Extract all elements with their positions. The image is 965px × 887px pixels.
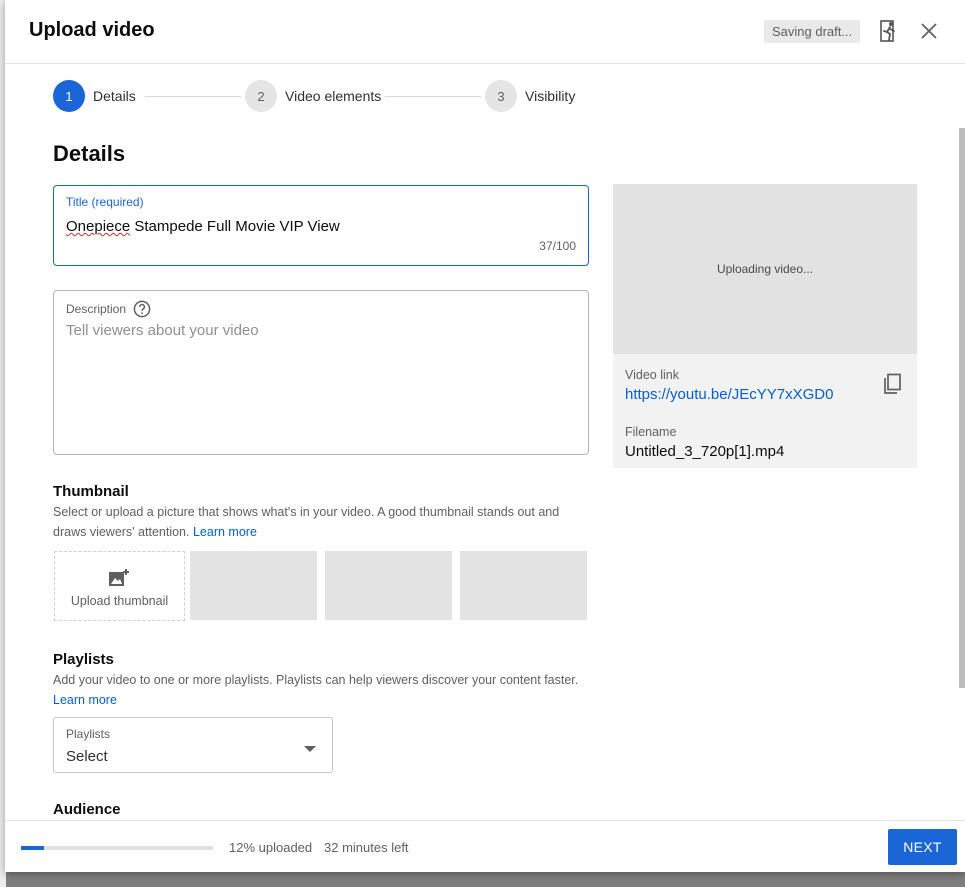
next-button[interactable]: NEXT xyxy=(888,829,957,865)
step-connector xyxy=(385,96,481,97)
auto-thumbnail-slot[interactable] xyxy=(460,551,587,620)
title-field-label: Title (required) xyxy=(66,195,144,209)
step-details[interactable]: 1 Details xyxy=(53,80,136,112)
step-label: Visibility xyxy=(525,88,576,104)
playlists-heading: Playlists xyxy=(53,651,114,668)
copy-icon[interactable] xyxy=(879,371,905,397)
dialog-title: Upload video xyxy=(29,19,155,41)
auto-thumbnail-slot[interactable] xyxy=(190,551,317,620)
video-link[interactable]: https://youtu.be/JEcYY7xXGD0 xyxy=(625,386,833,403)
step-visibility[interactable]: 3 Visibility xyxy=(485,80,575,112)
playlists-description: Add your video to one or more playlists.… xyxy=(53,670,593,710)
playlists-learn-more-link[interactable]: Learn more xyxy=(53,693,117,707)
filename-label: Filename xyxy=(625,425,677,439)
dialog-footer: 12% uploaded 32 minutes left NEXT xyxy=(5,820,965,872)
playlists-dropdown-value: Select xyxy=(66,748,108,765)
title-input-value[interactable]: Onepiece Stampede Full Movie VIP View xyxy=(66,218,340,235)
audience-heading: Audience xyxy=(53,801,121,818)
thumbnail-heading: Thumbnail xyxy=(53,483,129,500)
dropdown-arrow-icon xyxy=(304,740,316,758)
upload-status-text: Uploading video... xyxy=(716,262,814,276)
upload-progress-bar xyxy=(21,846,213,850)
title-field[interactable]: Title (required) Onepiece Stampede Full … xyxy=(53,185,589,266)
upload-thumbnail-button[interactable]: Upload thumbnail xyxy=(54,551,185,621)
dialog-header: Upload video Saving draft... xyxy=(5,0,965,64)
upload-thumbnail-label: Upload thumbnail xyxy=(70,594,169,608)
upload-percent-text: 12% uploaded xyxy=(229,840,313,855)
auto-thumbnail-slot[interactable] xyxy=(325,551,452,620)
step-video-elements[interactable]: 2 Video elements xyxy=(245,80,381,112)
playlists-text: Add your video to one or more playlists.… xyxy=(53,673,579,687)
description-field[interactable]: Description Tell viewers about your vide… xyxy=(53,290,589,455)
upload-video-dialog: Upload video Saving draft... 1 Details 2… xyxy=(5,0,965,872)
upload-stepper: 1 Details 2 Video elements 3 Visibility xyxy=(53,80,613,112)
description-label-row: Description xyxy=(66,299,152,319)
step-connector xyxy=(145,96,241,97)
help-circle-icon[interactable] xyxy=(132,299,152,319)
playlists-dropdown-label: Playlists xyxy=(66,727,111,741)
details-heading: Details xyxy=(53,141,126,166)
add-photo-icon xyxy=(108,568,130,593)
playlists-dropdown[interactable]: Playlists Select xyxy=(53,717,333,773)
close-icon[interactable] xyxy=(916,18,942,44)
video-preview-panel: Uploading video... Video link https://yo… xyxy=(613,184,917,468)
time-left-text: 32 minutes left xyxy=(324,840,409,855)
step-number: 2 xyxy=(245,80,277,112)
thumbnail-learn-more-link[interactable]: Learn more xyxy=(193,525,257,539)
upload-progress-fill xyxy=(21,846,45,850)
thumbnail-text: Select or upload a picture that shows wh… xyxy=(53,505,560,539)
exit-icon[interactable] xyxy=(876,18,902,44)
spellcheck-word: Onepiece xyxy=(66,218,131,235)
description-field-label: Description xyxy=(66,302,127,316)
description-placeholder: Tell viewers about your video xyxy=(66,322,259,339)
title-char-counter: 37/100 xyxy=(539,239,576,253)
filename-value: Untitled_3_720p[1].mp4 xyxy=(625,443,785,460)
saving-status-badge: Saving draft... xyxy=(764,20,861,43)
thumbnail-description: Select or upload a picture that shows wh… xyxy=(53,502,593,542)
step-number: 3 xyxy=(485,80,517,112)
video-preview: Uploading video... xyxy=(613,184,917,354)
step-number: 1 xyxy=(53,80,85,112)
title-text: Stampede Full Movie VIP View xyxy=(130,218,340,235)
step-label: Details xyxy=(93,88,136,104)
step-label: Video elements xyxy=(285,88,382,104)
scrollbar-thumb[interactable] xyxy=(959,128,965,688)
video-link-label: Video link xyxy=(625,368,679,382)
